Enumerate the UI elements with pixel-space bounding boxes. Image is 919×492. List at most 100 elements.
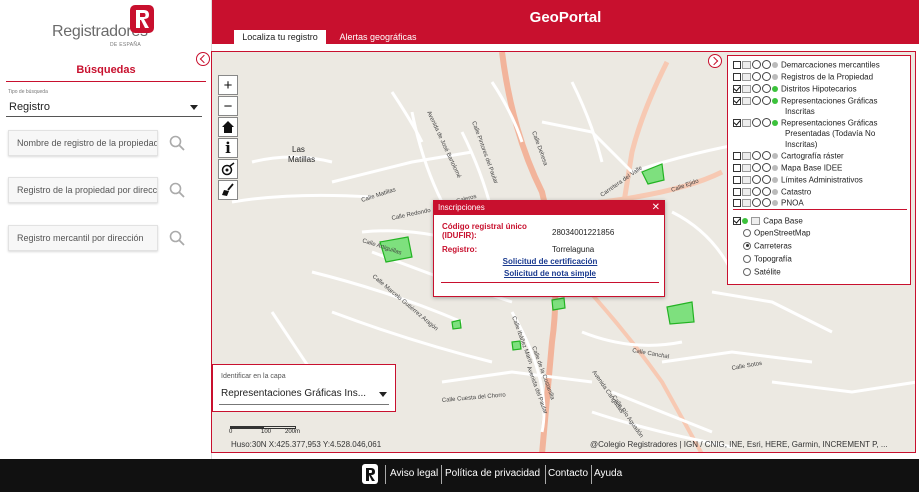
move-up-icon[interactable] (752, 96, 761, 106)
search-icon[interactable] (169, 135, 185, 151)
property-registry-address-input[interactable]: Registro de la propiedad por dirección (8, 177, 158, 203)
base-option-label: Carreteras (754, 241, 792, 251)
layer-cartografia-raster[interactable]: Cartografía ráster (733, 151, 844, 161)
footer-link-privacidad[interactable]: Política de privacidad (445, 468, 540, 479)
close-icon[interactable]: ✕ (652, 201, 660, 215)
registradores-r-icon (362, 464, 378, 484)
registry-name-input[interactable]: Nombre de registro de la propiedad (8, 130, 158, 156)
nota-simple-link[interactable]: Solicitud de nota simple (434, 269, 666, 278)
base-option-satelite[interactable]: Satélite (743, 267, 781, 276)
status-dot-icon (772, 73, 778, 80)
svg-text:Calle Matillas: Calle Matillas (361, 187, 397, 204)
move-down-icon[interactable] (762, 151, 771, 161)
locate-icon[interactable] (218, 159, 238, 179)
move-down-icon[interactable] (762, 96, 771, 106)
footer-link-contacto[interactable]: Contacto (548, 468, 588, 479)
move-up-icon[interactable] (752, 60, 761, 70)
layer-mapa-base-idee[interactable]: Mapa Base IDEE (733, 163, 842, 173)
move-up-icon[interactable] (752, 187, 761, 197)
radio-icon[interactable] (743, 254, 751, 263)
layer-catastro[interactable]: Catastro (733, 187, 811, 197)
info-icon[interactable]: i (218, 138, 238, 158)
layer-demarcaciones-mercantiles[interactable]: Demarcaciones mercantiles (733, 60, 880, 70)
popup-divider (441, 282, 659, 283)
legend-icon (742, 60, 751, 69)
move-down-icon[interactable] (762, 187, 771, 197)
move-down-icon[interactable] (762, 163, 771, 173)
move-down-icon[interactable] (762, 198, 771, 208)
footer-link-aviso-legal[interactable]: Aviso legal (390, 468, 438, 479)
chevron-right-icon (709, 56, 719, 66)
home-icon[interactable] (218, 117, 238, 137)
base-option-topografia[interactable]: Topografía (743, 254, 792, 263)
base-option-carreteras[interactable]: Carreteras (743, 241, 792, 250)
radio-icon[interactable] (743, 228, 751, 237)
move-up-icon[interactable] (752, 84, 761, 94)
base-option-openstreetmap[interactable]: OpenStreetMap (743, 228, 810, 237)
layer-checkbox[interactable] (733, 96, 741, 105)
move-down-icon[interactable] (762, 84, 771, 94)
tab-localiza-registro[interactable]: Localiza tu registro (234, 30, 326, 44)
layer-checkbox[interactable] (733, 187, 741, 196)
identify-value: Representaciones Gráficas Ins... (221, 388, 367, 399)
base-layer-row[interactable]: Capa Base (733, 216, 803, 225)
move-up-icon[interactable] (752, 151, 761, 161)
layer-checkbox[interactable] (733, 60, 741, 69)
search-icon[interactable] (169, 182, 185, 198)
svg-text:Calle Cuesta del Chorro: Calle Cuesta del Chorro (442, 392, 507, 404)
layer-checkbox[interactable] (733, 163, 741, 172)
layer-checkbox[interactable] (733, 175, 741, 184)
layer-label: Demarcaciones mercantiles (781, 60, 880, 70)
identify-label: Identificar en la capa (221, 373, 286, 380)
move-up-icon[interactable] (752, 163, 761, 173)
svg-text:Calle Canchal: Calle Canchal (632, 348, 670, 360)
layer-label-cont: Inscritas (785, 107, 815, 116)
move-up-icon[interactable] (752, 175, 761, 185)
search-sidebar: Registradores DE ESPAÑA Búsquedas Tipo d… (0, 0, 212, 459)
collapse-layers-button[interactable] (708, 54, 722, 68)
identify-layer-box[interactable]: Identificar en la capa Representaciones … (212, 364, 396, 412)
search-section-title: Búsquedas (6, 60, 206, 82)
collapse-sidebar-button[interactable] (196, 52, 210, 66)
zoom-out-icon[interactable]: − (218, 96, 238, 116)
radio-icon[interactable] (743, 267, 751, 276)
base-layer-checkbox[interactable] (733, 216, 741, 225)
search-type-value: Registro (9, 101, 50, 113)
footer-link-ayuda[interactable]: Ayuda (594, 468, 622, 479)
app-root: Registradores DE ESPAÑA Búsquedas Tipo d… (0, 0, 919, 492)
layer-rep-graficas-inscritas[interactable]: Representaciones Gráficas (733, 96, 878, 106)
status-dot-icon (772, 188, 778, 195)
layer-rep-graficas-presentadas[interactable]: Representaciones Gráficas (733, 118, 878, 128)
certificacion-link[interactable]: Solicitud de certificación (434, 257, 666, 266)
scale-label-0: 0 (229, 429, 233, 435)
tab-alertas-geograficas[interactable]: Alertas geográficas (332, 30, 424, 44)
layer-checkbox[interactable] (733, 84, 741, 93)
layer-checkbox[interactable] (733, 151, 741, 160)
layer-pnoa[interactable]: PNOA (733, 198, 804, 208)
layer-checkbox[interactable] (733, 72, 741, 81)
layer-checkbox[interactable] (733, 118, 741, 127)
move-up-icon[interactable] (752, 72, 761, 82)
layer-checkbox[interactable] (733, 198, 741, 207)
legend-icon (742, 198, 751, 207)
radio-icon[interactable] (743, 241, 751, 250)
base-option-label: OpenStreetMap (754, 228, 811, 238)
move-down-icon[interactable] (762, 118, 771, 128)
move-up-icon[interactable] (752, 118, 761, 128)
move-up-icon[interactable] (752, 198, 761, 208)
search-type-select[interactable]: Registro (6, 97, 202, 117)
search-icon[interactable] (169, 230, 185, 246)
registradores-logo[interactable]: Registradores DE ESPAÑA (52, 5, 162, 49)
layer-distritos-hipotecarios[interactable]: Distritos Hipotecarios (733, 84, 857, 94)
svg-text:Calle Sotos: Calle Sotos (731, 361, 762, 372)
move-down-icon[interactable] (762, 175, 771, 185)
layer-limites-administrativos[interactable]: Límites Administrativos (733, 175, 863, 185)
move-down-icon[interactable] (762, 72, 771, 82)
move-down-icon[interactable] (762, 60, 771, 70)
mercantile-registry-address-input[interactable]: Registro mercantil por dirección (8, 225, 158, 251)
legend-icon (742, 163, 751, 172)
layer-label: Límites Administrativos (781, 175, 863, 185)
broom-icon[interactable] (218, 180, 238, 200)
layer-registros-propiedad[interactable]: Registros de la Propiedad (733, 72, 873, 82)
zoom-in-icon[interactable]: + (218, 75, 238, 95)
